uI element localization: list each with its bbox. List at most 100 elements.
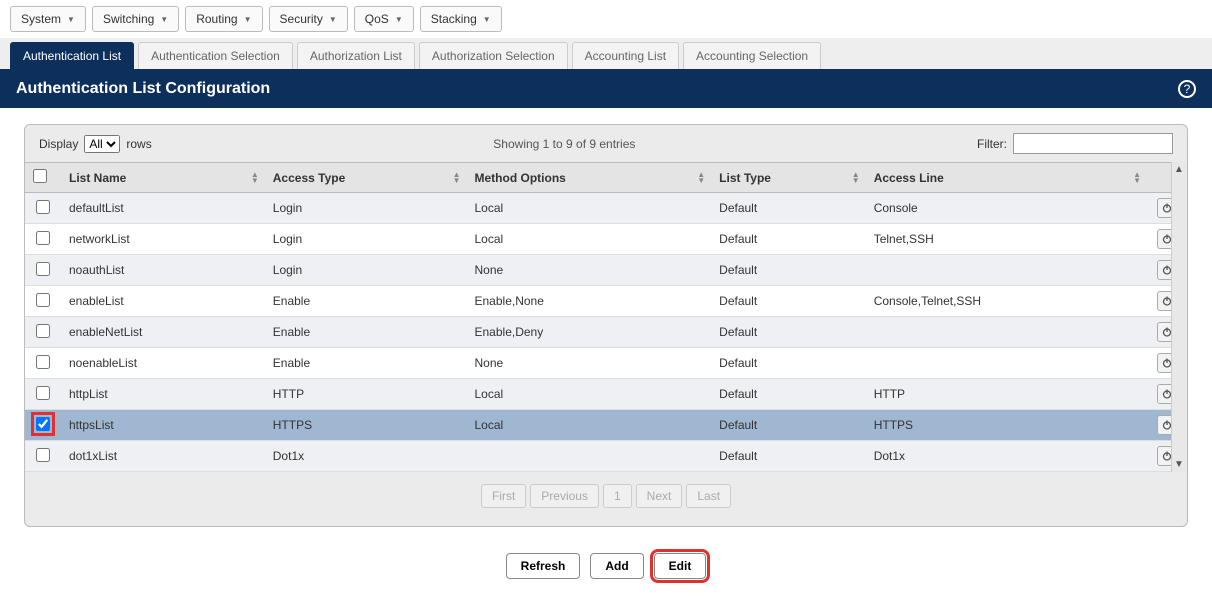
tab-authentication-selection[interactable]: Authentication Selection bbox=[138, 42, 293, 69]
filter-label: Filter: bbox=[977, 137, 1007, 151]
cell-list-name: noenableList bbox=[61, 348, 265, 379]
col-access-type[interactable]: Access Type▲▼ bbox=[265, 163, 467, 193]
row-checkbox[interactable] bbox=[36, 417, 50, 431]
cell-list-name: enableList bbox=[61, 286, 265, 317]
pager: First Previous 1 Next Last bbox=[25, 472, 1187, 526]
row-checkbox[interactable] bbox=[36, 324, 50, 338]
caret-down-icon: ▼ bbox=[395, 15, 403, 24]
caret-down-icon: ▼ bbox=[244, 15, 252, 24]
tab-accounting-list[interactable]: Accounting List bbox=[572, 42, 679, 69]
refresh-button[interactable]: Refresh bbox=[506, 553, 581, 579]
col-method-options[interactable]: Method Options▲▼ bbox=[467, 163, 712, 193]
cell-method-options: Local bbox=[467, 224, 712, 255]
cell-method-options: None bbox=[467, 255, 712, 286]
cell-access-line: HTTPS bbox=[866, 410, 1147, 441]
cell-method-options: Enable,None bbox=[467, 286, 712, 317]
pager-first[interactable]: First bbox=[481, 484, 526, 508]
top-nav: System▼Switching▼Routing▼Security▼QoS▼St… bbox=[0, 0, 1212, 38]
cell-access-type: Login bbox=[265, 255, 467, 286]
cell-list-name: httpsList bbox=[61, 410, 265, 441]
tab-authorization-list[interactable]: Authorization List bbox=[297, 42, 415, 69]
nav-label: Switching bbox=[103, 12, 154, 26]
cell-access-line: Console,Telnet,SSH bbox=[866, 286, 1147, 317]
row-checkbox[interactable] bbox=[36, 231, 50, 245]
col-list-name[interactable]: List Name▲▼ bbox=[61, 163, 265, 193]
edit-button[interactable]: Edit bbox=[654, 553, 707, 579]
nav-label: System bbox=[21, 12, 61, 26]
tab-accounting-selection[interactable]: Accounting Selection bbox=[683, 42, 821, 69]
table-row[interactable]: defaultListLoginLocalDefaultConsole bbox=[25, 193, 1187, 224]
cell-access-line: Telnet,SSH bbox=[866, 224, 1147, 255]
cell-list-type: Default bbox=[711, 255, 866, 286]
cell-list-type: Default bbox=[711, 379, 866, 410]
row-checkbox[interactable] bbox=[36, 262, 50, 276]
nav-qos[interactable]: QoS ▼ bbox=[354, 6, 414, 32]
row-checkbox[interactable] bbox=[36, 355, 50, 369]
sort-icon: ▲▼ bbox=[453, 172, 461, 184]
tab-authorization-selection[interactable]: Authorization Selection bbox=[419, 42, 568, 69]
row-checkbox[interactable] bbox=[36, 293, 50, 307]
sort-icon: ▲▼ bbox=[1133, 172, 1141, 184]
table-row[interactable]: enableListEnableEnable,NoneDefaultConsol… bbox=[25, 286, 1187, 317]
col-access-line[interactable]: Access Line▲▼ bbox=[866, 163, 1147, 193]
nav-system[interactable]: System ▼ bbox=[10, 6, 86, 32]
pager-page[interactable]: 1 bbox=[603, 484, 632, 508]
table-controls: Display All rows Showing 1 to 9 of 9 ent… bbox=[25, 125, 1187, 162]
cell-method-options bbox=[467, 441, 712, 472]
cell-method-options: None bbox=[467, 348, 712, 379]
action-bar: Refresh Add Edit bbox=[0, 543, 1212, 597]
nav-label: Security bbox=[280, 12, 323, 26]
cell-method-options: Local bbox=[467, 193, 712, 224]
table-row[interactable]: dot1xListDot1xDefaultDot1x bbox=[25, 441, 1187, 472]
display-rows-select[interactable]: All bbox=[84, 135, 120, 153]
cell-access-type: HTTPS bbox=[265, 410, 467, 441]
pager-next[interactable]: Next bbox=[636, 484, 683, 508]
cell-method-options: Local bbox=[467, 379, 712, 410]
cell-access-line bbox=[866, 348, 1147, 379]
pager-last[interactable]: Last bbox=[686, 484, 731, 508]
cell-access-line: Console bbox=[866, 193, 1147, 224]
scroll-up-icon[interactable]: ▲ bbox=[1174, 164, 1184, 175]
select-all-checkbox[interactable] bbox=[33, 169, 47, 183]
tab-authentication-list[interactable]: Authentication List bbox=[10, 42, 134, 69]
caret-down-icon: ▼ bbox=[483, 15, 491, 24]
table-row[interactable]: httpListHTTPLocalDefaultHTTP bbox=[25, 379, 1187, 410]
col-list-type[interactable]: List Type▲▼ bbox=[711, 163, 866, 193]
content-panel: Display All rows Showing 1 to 9 of 9 ent… bbox=[24, 124, 1188, 527]
table-row[interactable]: networkListLoginLocalDefaultTelnet,SSH bbox=[25, 224, 1187, 255]
scroll-down-icon[interactable]: ▼ bbox=[1174, 459, 1184, 470]
add-button[interactable]: Add bbox=[590, 553, 643, 579]
scrollbar[interactable]: ▲ ▼ bbox=[1171, 162, 1187, 472]
table-info: Showing 1 to 9 of 9 entries bbox=[493, 137, 635, 151]
row-checkbox[interactable] bbox=[36, 448, 50, 462]
pager-previous[interactable]: Previous bbox=[530, 484, 599, 508]
cell-list-type: Default bbox=[711, 193, 866, 224]
table-row[interactable]: noauthListLoginNoneDefault bbox=[25, 255, 1187, 286]
sort-icon: ▲▼ bbox=[852, 172, 860, 184]
cell-method-options: Enable,Deny bbox=[467, 317, 712, 348]
row-checkbox[interactable] bbox=[36, 386, 50, 400]
caret-down-icon: ▼ bbox=[160, 15, 168, 24]
table-row[interactable]: noenableListEnableNoneDefault bbox=[25, 348, 1187, 379]
table-row[interactable]: httpsListHTTPSLocalDefaultHTTPS bbox=[25, 410, 1187, 441]
display-label: Display bbox=[39, 137, 78, 151]
cell-method-options: Local bbox=[467, 410, 712, 441]
nav-security[interactable]: Security▼ bbox=[269, 6, 348, 32]
cell-list-type: Default bbox=[711, 410, 866, 441]
nav-stacking[interactable]: Stacking▼ bbox=[420, 6, 502, 32]
row-checkbox[interactable] bbox=[36, 200, 50, 214]
nav-routing[interactable]: Routing▼ bbox=[185, 6, 262, 32]
cell-access-type: Enable bbox=[265, 348, 467, 379]
filter-input[interactable] bbox=[1013, 133, 1173, 154]
cell-list-type: Default bbox=[711, 224, 866, 255]
cell-access-type: Login bbox=[265, 224, 467, 255]
caret-down-icon: ▼ bbox=[67, 15, 75, 24]
table-row[interactable]: enableNetListEnableEnable,DenyDefault bbox=[25, 317, 1187, 348]
help-icon[interactable]: ? bbox=[1178, 80, 1196, 98]
nav-switching[interactable]: Switching ▼ bbox=[92, 6, 179, 32]
cell-access-type: HTTP bbox=[265, 379, 467, 410]
cell-access-type: Enable bbox=[265, 286, 467, 317]
nav-label: QoS bbox=[365, 12, 389, 26]
sort-icon: ▲▼ bbox=[251, 172, 259, 184]
sub-tabs: Authentication ListAuthentication Select… bbox=[0, 38, 1212, 70]
